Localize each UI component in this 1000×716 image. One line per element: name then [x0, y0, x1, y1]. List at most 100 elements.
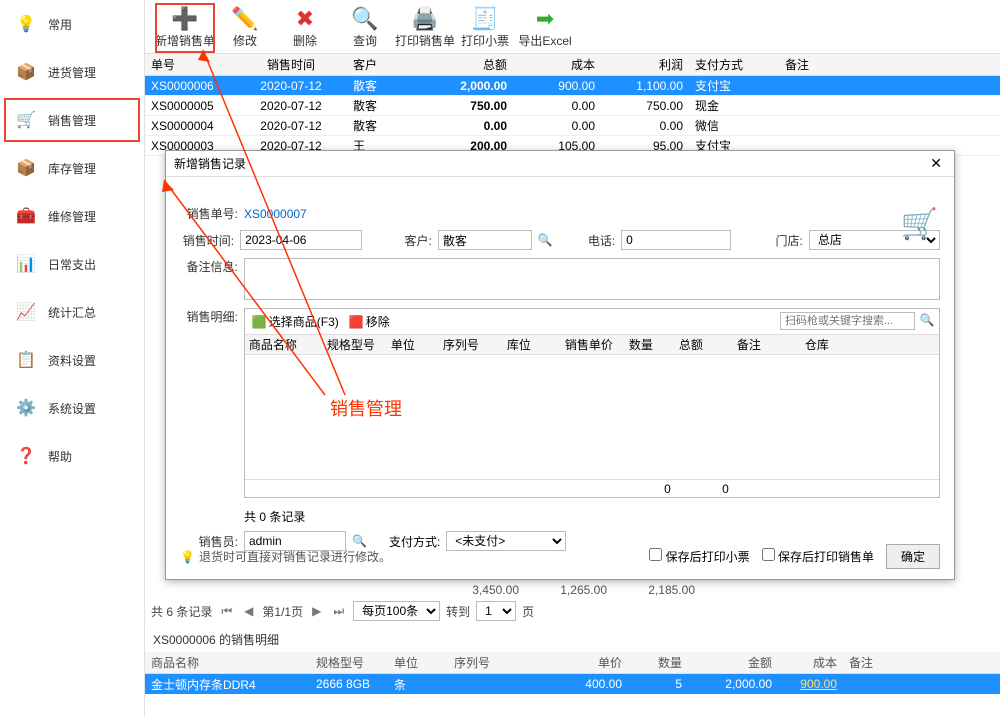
- tool-label: 查询: [335, 32, 395, 49]
- col-cost[interactable]: 成本: [513, 56, 601, 73]
- search-icon[interactable]: 🔍: [538, 233, 553, 247]
- dialog-title: 新增销售记录: [174, 155, 246, 172]
- page-size-select[interactable]: 每页100条: [353, 601, 440, 621]
- sale-date-input[interactable]: [240, 230, 362, 250]
- detail-header: 商品名称 规格型号 单位 序列号 单价 数量 金额 成本 备注: [145, 652, 1000, 674]
- side-icon: ⚙️: [14, 398, 38, 418]
- lbl-detail: 销售明细:: [180, 308, 238, 325]
- sidebar-item-4[interactable]: 🧰 维修管理: [0, 192, 144, 240]
- toolbar-查询[interactable]: 🔍查询: [335, 3, 395, 53]
- memo-textarea[interactable]: [244, 258, 940, 300]
- side-label: 日常支出: [48, 256, 96, 273]
- next-page-icon[interactable]: ▶: [309, 604, 324, 618]
- goto-page-select[interactable]: 1: [476, 601, 516, 621]
- tool-icon: 🖨️: [395, 6, 455, 32]
- tool-icon: 🔍: [335, 6, 395, 32]
- first-page-icon[interactable]: ⏮: [218, 604, 235, 619]
- side-label: 系统设置: [48, 400, 96, 417]
- sidebar-item-2[interactable]: 🛒 销售管理: [4, 98, 140, 142]
- pager: 共 6 条记录 ⏮ ◀ 第1/1页 ▶ ⏭ 每页100条 转到 1 页: [145, 597, 1000, 625]
- side-icon: 📊: [14, 254, 38, 274]
- detail-row[interactable]: 金士顿内存条DDR4 2666 8GB 条 400.00 5 2,000.00 …: [145, 674, 1000, 694]
- search-icon[interactable]: 🔍: [919, 313, 935, 329]
- side-icon: 📦: [14, 158, 38, 178]
- detail-title: XS0000006 的销售明细: [145, 625, 1000, 652]
- scan-input[interactable]: [780, 312, 915, 330]
- tool-label: 修改: [215, 32, 275, 49]
- ok-button[interactable]: 确定: [886, 544, 940, 569]
- col-no[interactable]: 单号: [145, 56, 235, 73]
- tool-label: 打印小票: [455, 32, 515, 49]
- phone-input[interactable]: [621, 230, 731, 250]
- lbl-store: 门店:: [769, 232, 803, 249]
- sidebar-item-5[interactable]: 📊 日常支出: [0, 240, 144, 288]
- sidebar-item-6[interactable]: 📈 统计汇总: [0, 288, 144, 336]
- page-suffix: 页: [522, 603, 534, 620]
- sidebar-item-7[interactable]: 📋资料设置: [0, 336, 144, 384]
- lbl-cust: 客户:: [398, 232, 432, 249]
- sidebar-item-3[interactable]: 📦 库存管理: [0, 144, 144, 192]
- tool-icon: 🧾: [455, 6, 515, 32]
- side-label: 统计汇总: [48, 304, 96, 321]
- dialog-titlebar[interactable]: 新增销售记录 ✕: [166, 151, 954, 177]
- toolbar-删除[interactable]: ✖删除: [275, 3, 335, 53]
- table-row[interactable]: XS00000062020-07-12散客2,000.00900.001,100…: [145, 76, 1000, 96]
- tip-text: 退货时可直接对销售记录进行修改。: [199, 548, 391, 565]
- detail-grid: 🟩选择商品(F3) 🟥移除 🔍 商品名称 规格型号 单位 序列号 库位 销售单价…: [244, 308, 940, 498]
- lbl-orderno: 销售单号:: [180, 205, 238, 222]
- remove-goods-button[interactable]: 🟥移除: [346, 312, 393, 331]
- detail-count: 共 0 条记录: [244, 506, 940, 531]
- col-total[interactable]: 总额: [425, 56, 513, 73]
- table-row[interactable]: XS00000042020-07-12散客0.000.000.00微信: [145, 116, 1000, 136]
- remove-icon: 🟥: [349, 315, 364, 329]
- toolbar-打印小票[interactable]: 🧾打印小票: [455, 3, 515, 53]
- side-icon: 📈: [14, 302, 38, 322]
- sidebar-item-8[interactable]: ⚙️ 系统设置: [0, 384, 144, 432]
- side-icon: 📋: [14, 350, 38, 370]
- toolbar-新增销售单[interactable]: ➕新增销售单: [155, 3, 215, 53]
- col-profit[interactable]: 利润: [601, 56, 689, 73]
- table-row[interactable]: XS00000052020-07-12散客750.000.00750.00现金: [145, 96, 1000, 116]
- sidebar-item-0[interactable]: 💡常用: [0, 0, 144, 48]
- goto-label: 转到: [446, 603, 470, 620]
- side-label: 维修管理: [48, 208, 96, 225]
- tool-icon: ✖: [275, 6, 335, 32]
- col-time[interactable]: 销售时间: [235, 56, 347, 73]
- col-pay[interactable]: 支付方式: [689, 56, 779, 73]
- side-icon: 🧰: [14, 206, 38, 226]
- sum-cost: 1,265.00: [519, 583, 607, 597]
- tool-label: 打印销售单: [395, 32, 455, 49]
- tool-icon: ✏️: [215, 6, 275, 32]
- customer-input[interactable]: [438, 230, 532, 250]
- last-page-icon[interactable]: ⏭: [330, 604, 347, 619]
- close-icon[interactable]: ✕: [926, 155, 946, 172]
- side-icon: 📦: [14, 62, 38, 82]
- tool-label: 导出Excel: [515, 32, 575, 49]
- side-icon: 🛒: [14, 110, 38, 130]
- side-label: 库存管理: [48, 160, 96, 177]
- grid-header: 单号 销售时间 客户 总额 成本 利润 支付方式 备注: [145, 54, 1000, 76]
- chk-print-order[interactable]: 保存后打印销售单: [762, 548, 874, 565]
- sidebar-item-1[interactable]: 📦 进货管理: [0, 48, 144, 96]
- select-goods-button[interactable]: 🟩选择商品(F3): [249, 312, 342, 331]
- side-icon: ❓: [14, 446, 38, 466]
- side-label: 销售管理: [48, 112, 96, 129]
- cart-icon: 🛒: [901, 207, 938, 242]
- toolbar-导出Excel[interactable]: ➡导出Excel: [515, 3, 575, 53]
- col-cust[interactable]: 客户: [347, 56, 425, 73]
- sidebar-item-9[interactable]: ❓帮助: [0, 432, 144, 480]
- lbl-memo: 备注信息:: [180, 258, 238, 275]
- plus-icon: 🟩: [252, 315, 267, 329]
- foot-qty: 0: [625, 482, 675, 496]
- side-icon: 💡: [14, 14, 38, 34]
- toolbar-打印销售单[interactable]: 🖨️打印销售单: [395, 3, 455, 53]
- col-remark[interactable]: 备注: [779, 56, 1000, 73]
- new-sale-dialog: 新增销售记录 ✕ 🛒 销售单号: XS0000007 销售时间: 客户: 🔍 电…: [165, 150, 955, 580]
- tool-label: 新增销售单: [155, 32, 215, 49]
- side-label: 进货管理: [48, 64, 96, 81]
- sum-profit: 2,185.00: [607, 583, 695, 597]
- chk-print-receipt[interactable]: 保存后打印小票: [649, 548, 749, 565]
- prev-page-icon[interactable]: ◀: [241, 604, 256, 618]
- order-number: XS0000007: [244, 207, 307, 221]
- toolbar-修改[interactable]: ✏️修改: [215, 3, 275, 53]
